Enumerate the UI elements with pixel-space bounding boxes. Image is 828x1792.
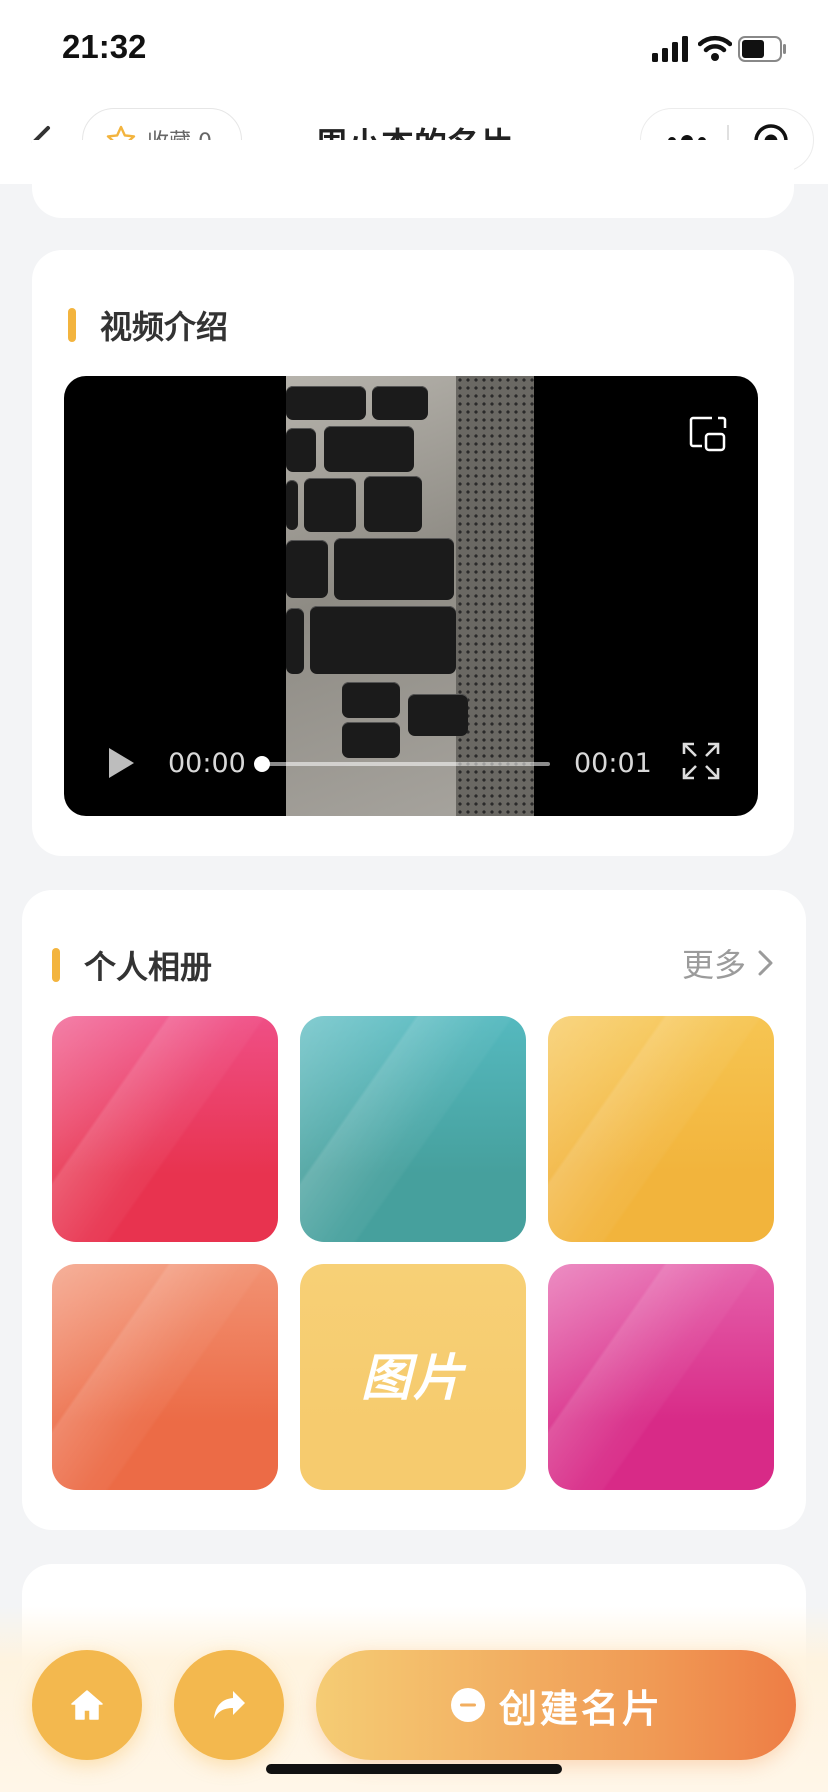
status-bar: 21:32 [0,0,828,100]
keyboard-key [304,478,356,532]
section-accent-bar [68,308,76,342]
album-more-link[interactable]: 更多 [682,940,776,986]
tile-shine [548,1264,774,1490]
video-controls: 00:00 00:01 [64,716,758,816]
tile-shine [300,1016,526,1242]
tile-shine [548,1016,774,1242]
album-section-header: 个人相册 [52,942,212,988]
tile-label: 图片 [361,1349,465,1407]
album-photo[interactable]: 图片 [300,1264,526,1490]
home-indicator [266,1764,562,1774]
duration: 00:01 [574,748,652,779]
signal-icon [652,36,688,62]
video-section-title: 视频介绍 [100,308,229,346]
create-card-button[interactable]: 创建名片 [316,1650,796,1760]
status-time: 21:32 [62,28,147,65]
home-button[interactable] [32,1650,142,1760]
current-time: 00:00 [168,748,246,779]
picture-in-picture-icon[interactable] [688,414,728,454]
keyboard-key [286,428,316,472]
album-section: 个人相册 更多 图片 [22,890,806,1530]
more-label: 更多 [681,946,746,984]
tile-shine [52,1264,278,1490]
progress-slider[interactable] [254,756,550,772]
keyboard-key [286,608,304,674]
keyboard-key [342,682,400,718]
tile-shine [52,1016,278,1242]
keyboard-key [364,476,422,532]
album-photo[interactable] [548,1264,774,1490]
album-grid: 图片 [52,1016,774,1490]
minus-circle-icon [450,1688,485,1722]
keyboard-key [310,606,456,674]
album-photo[interactable] [548,1016,774,1242]
video-section-header: 视频介绍 [68,302,228,348]
album-photo[interactable] [52,1016,278,1242]
keyboard-key [334,538,454,600]
previous-section-card [32,140,794,218]
video-player[interactable]: 00:00 00:01 [64,376,758,816]
video-section: 视频介绍 00:00 00:01 [32,250,794,856]
share-button[interactable] [174,1650,284,1760]
chevron-right-icon [758,950,773,976]
keyboard-key [324,426,414,472]
share-arrow-icon [214,1691,245,1719]
keyboard-key [286,386,366,420]
play-icon[interactable] [106,746,136,780]
wifi-icon [698,35,732,61]
section-accent-bar [52,948,60,982]
create-card-label: 创建名片 [498,1686,663,1731]
fullscreen-icon[interactable] [682,742,720,780]
home-icon [71,1690,103,1720]
battery-icon [738,36,786,62]
album-section-title: 个人相册 [84,948,213,986]
album-photo[interactable] [52,1264,278,1490]
album-photo[interactable] [300,1016,526,1242]
progress-thumb[interactable] [254,756,270,772]
keyboard-key [286,540,328,598]
keyboard-key [286,480,298,530]
keyboard-key [372,386,428,420]
